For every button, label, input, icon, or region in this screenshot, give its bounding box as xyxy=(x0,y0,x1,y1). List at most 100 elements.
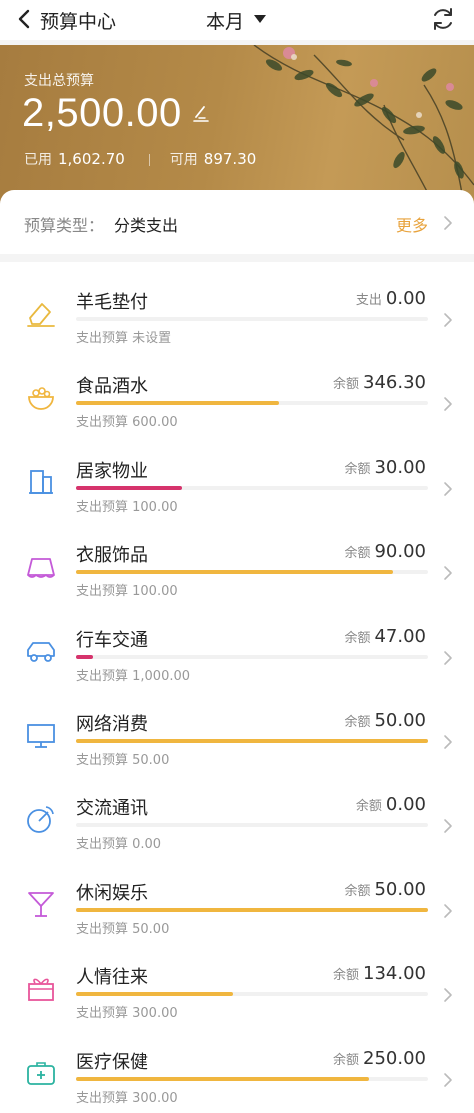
list-item[interactable]: 休闲娱乐 余额 50.00 支出预算 50.00 xyxy=(0,853,474,937)
budget-progress-fill xyxy=(76,486,182,490)
chevron-right-icon[interactable] xyxy=(442,216,454,230)
category-balance: 余额 134.00 xyxy=(333,963,426,984)
eraser-icon xyxy=(24,296,58,330)
category-name: 衣服饰品 xyxy=(76,545,148,566)
balance-amount: 50.00 xyxy=(374,710,426,731)
budget-progress-fill xyxy=(76,570,393,574)
budget-progress-track xyxy=(76,1077,428,1081)
monitor-icon xyxy=(24,718,58,752)
budget-progress-fill xyxy=(76,401,280,405)
category-name: 交流通讯 xyxy=(76,798,148,819)
car-icon xyxy=(24,634,58,668)
used-amount: 1,602.70 xyxy=(58,150,125,168)
budget-subtitle: 支出预算 1,000.00 xyxy=(76,669,191,684)
balance-amount: 50.00 xyxy=(374,879,426,900)
budget-subtitle: 支出预算 600.00 xyxy=(76,415,178,430)
balance-amount: 250.00 xyxy=(363,1048,426,1069)
category-name: 医疗保健 xyxy=(76,1052,148,1073)
chevron-right-icon[interactable] xyxy=(442,481,454,497)
chevron-right-icon[interactable] xyxy=(442,312,454,328)
budget-progress-track xyxy=(76,823,428,827)
list-item[interactable]: 食品酒水 余额 346.30 支出预算 600.00 xyxy=(0,346,474,430)
budget-progress-track xyxy=(76,486,428,490)
chevron-right-icon[interactable] xyxy=(442,903,454,919)
list-item[interactable]: 交流通讯 余额 0.00 支出预算 0.00 xyxy=(0,768,474,852)
budget-progress-track xyxy=(76,739,428,743)
balance-amount: 47.00 xyxy=(374,626,426,647)
divider xyxy=(148,154,150,166)
budget-summary-card: 支出总预算 2,500.00 已用 1,602.70 可用 897.30 xyxy=(0,45,474,205)
budget-progress-fill xyxy=(76,908,428,912)
edit-pencil-icon[interactable] xyxy=(190,103,212,125)
category-name: 休闲娱乐 xyxy=(76,883,148,904)
total-budget-amount: 2,500.00 xyxy=(22,91,182,135)
chevron-right-icon[interactable] xyxy=(442,734,454,750)
chevron-right-icon[interactable] xyxy=(442,987,454,1003)
more-link[interactable]: 更多 xyxy=(396,212,428,236)
skirt-icon xyxy=(24,549,58,583)
top-bar: 预算中心 本月 xyxy=(0,0,474,40)
list-item[interactable]: 衣服饰品 余额 90.00 支出预算 100.00 xyxy=(0,515,474,599)
budget-type-label: 预算类型： xyxy=(24,216,105,235)
budget-progress-track xyxy=(76,655,428,659)
budget-type-selector[interactable]: 预算类型： 分类支出 更多 xyxy=(0,190,474,254)
category-name: 行车交通 xyxy=(76,630,148,651)
category-balance: 余额 47.00 xyxy=(344,626,426,647)
floral-painting-decoration xyxy=(253,45,474,205)
refresh-icon[interactable] xyxy=(430,6,456,32)
budget-progress-fill xyxy=(76,739,428,743)
list-item[interactable]: 居家物业 余额 30.00 支出预算 100.00 xyxy=(0,431,474,515)
list-item[interactable]: 行车交通 余额 47.00 支出预算 1,000.00 xyxy=(0,600,474,684)
category-list: 羊毛垫付 支出 0.00 支出预算 未设置 食品酒水 余额 346.30 支出预算 600.0… xyxy=(0,262,474,1113)
balance-label: 余额 xyxy=(344,884,371,899)
gift-icon xyxy=(24,971,58,1005)
balance-amount: 0.00 xyxy=(385,288,426,309)
balance-amount: 0.00 xyxy=(385,794,426,815)
balance-label: 余额 xyxy=(333,968,360,983)
category-balance: 支出 0.00 xyxy=(356,288,426,309)
budget-subtitle: 支出预算 300.00 xyxy=(76,1091,178,1106)
building-icon xyxy=(24,465,58,499)
chevron-right-icon[interactable] xyxy=(442,818,454,834)
period-selector[interactable]: 本月 xyxy=(206,7,244,34)
satellite-icon xyxy=(24,802,58,836)
category-balance: 余额 30.00 xyxy=(344,457,426,478)
available-label: 可用 xyxy=(169,152,198,168)
budget-progress-track xyxy=(76,992,428,996)
category-balance: 余额 90.00 xyxy=(344,541,426,562)
budget-type-value: 分类支出 xyxy=(114,216,179,235)
category-name: 食品酒水 xyxy=(76,376,148,397)
category-name: 网络消费 xyxy=(76,714,148,735)
budget-progress-fill xyxy=(76,992,234,996)
list-item[interactable]: 医疗保健 余额 250.00 支出预算 300.00 xyxy=(0,1022,474,1106)
chevron-right-icon[interactable] xyxy=(442,396,454,412)
chevron-right-icon[interactable] xyxy=(442,565,454,581)
chevron-right-icon[interactable] xyxy=(442,650,454,666)
page-title: 预算中心 xyxy=(40,11,117,33)
category-name: 羊毛垫付 xyxy=(76,292,148,313)
balance-label: 余额 xyxy=(344,715,371,730)
chevron-right-icon[interactable] xyxy=(442,1072,454,1088)
budget-progress-track xyxy=(76,570,428,574)
balance-label: 余额 xyxy=(344,546,371,561)
back-arrow-icon[interactable] xyxy=(14,8,36,30)
cocktail-icon xyxy=(24,887,58,921)
budget-progress-fill xyxy=(76,655,93,659)
list-item[interactable]: 网络消费 余额 50.00 支出预算 50.00 xyxy=(0,684,474,768)
list-item[interactable]: 羊毛垫付 支出 0.00 支出预算 未设置 xyxy=(0,262,474,346)
balance-amount: 30.00 xyxy=(374,457,426,478)
balance-label: 余额 xyxy=(333,377,360,392)
budget-subtitle: 支出预算 100.00 xyxy=(76,500,178,515)
budget-progress-track xyxy=(76,317,428,321)
used-label: 已用 xyxy=(24,152,52,168)
budget-subtitle: 支出预算 50.00 xyxy=(76,753,170,768)
list-item[interactable]: 人情往来 余额 134.00 支出预算 300.00 xyxy=(0,937,474,1021)
balance-label: 余额 xyxy=(344,631,371,646)
balance-label: 余额 xyxy=(333,1053,360,1068)
category-name: 居家物业 xyxy=(76,461,148,482)
balance-amount: 134.00 xyxy=(363,963,426,984)
category-name: 人情往来 xyxy=(76,967,148,988)
caret-down-icon[interactable] xyxy=(254,15,266,23)
budget-progress-track xyxy=(76,401,428,405)
category-balance: 余额 0.00 xyxy=(356,794,426,815)
